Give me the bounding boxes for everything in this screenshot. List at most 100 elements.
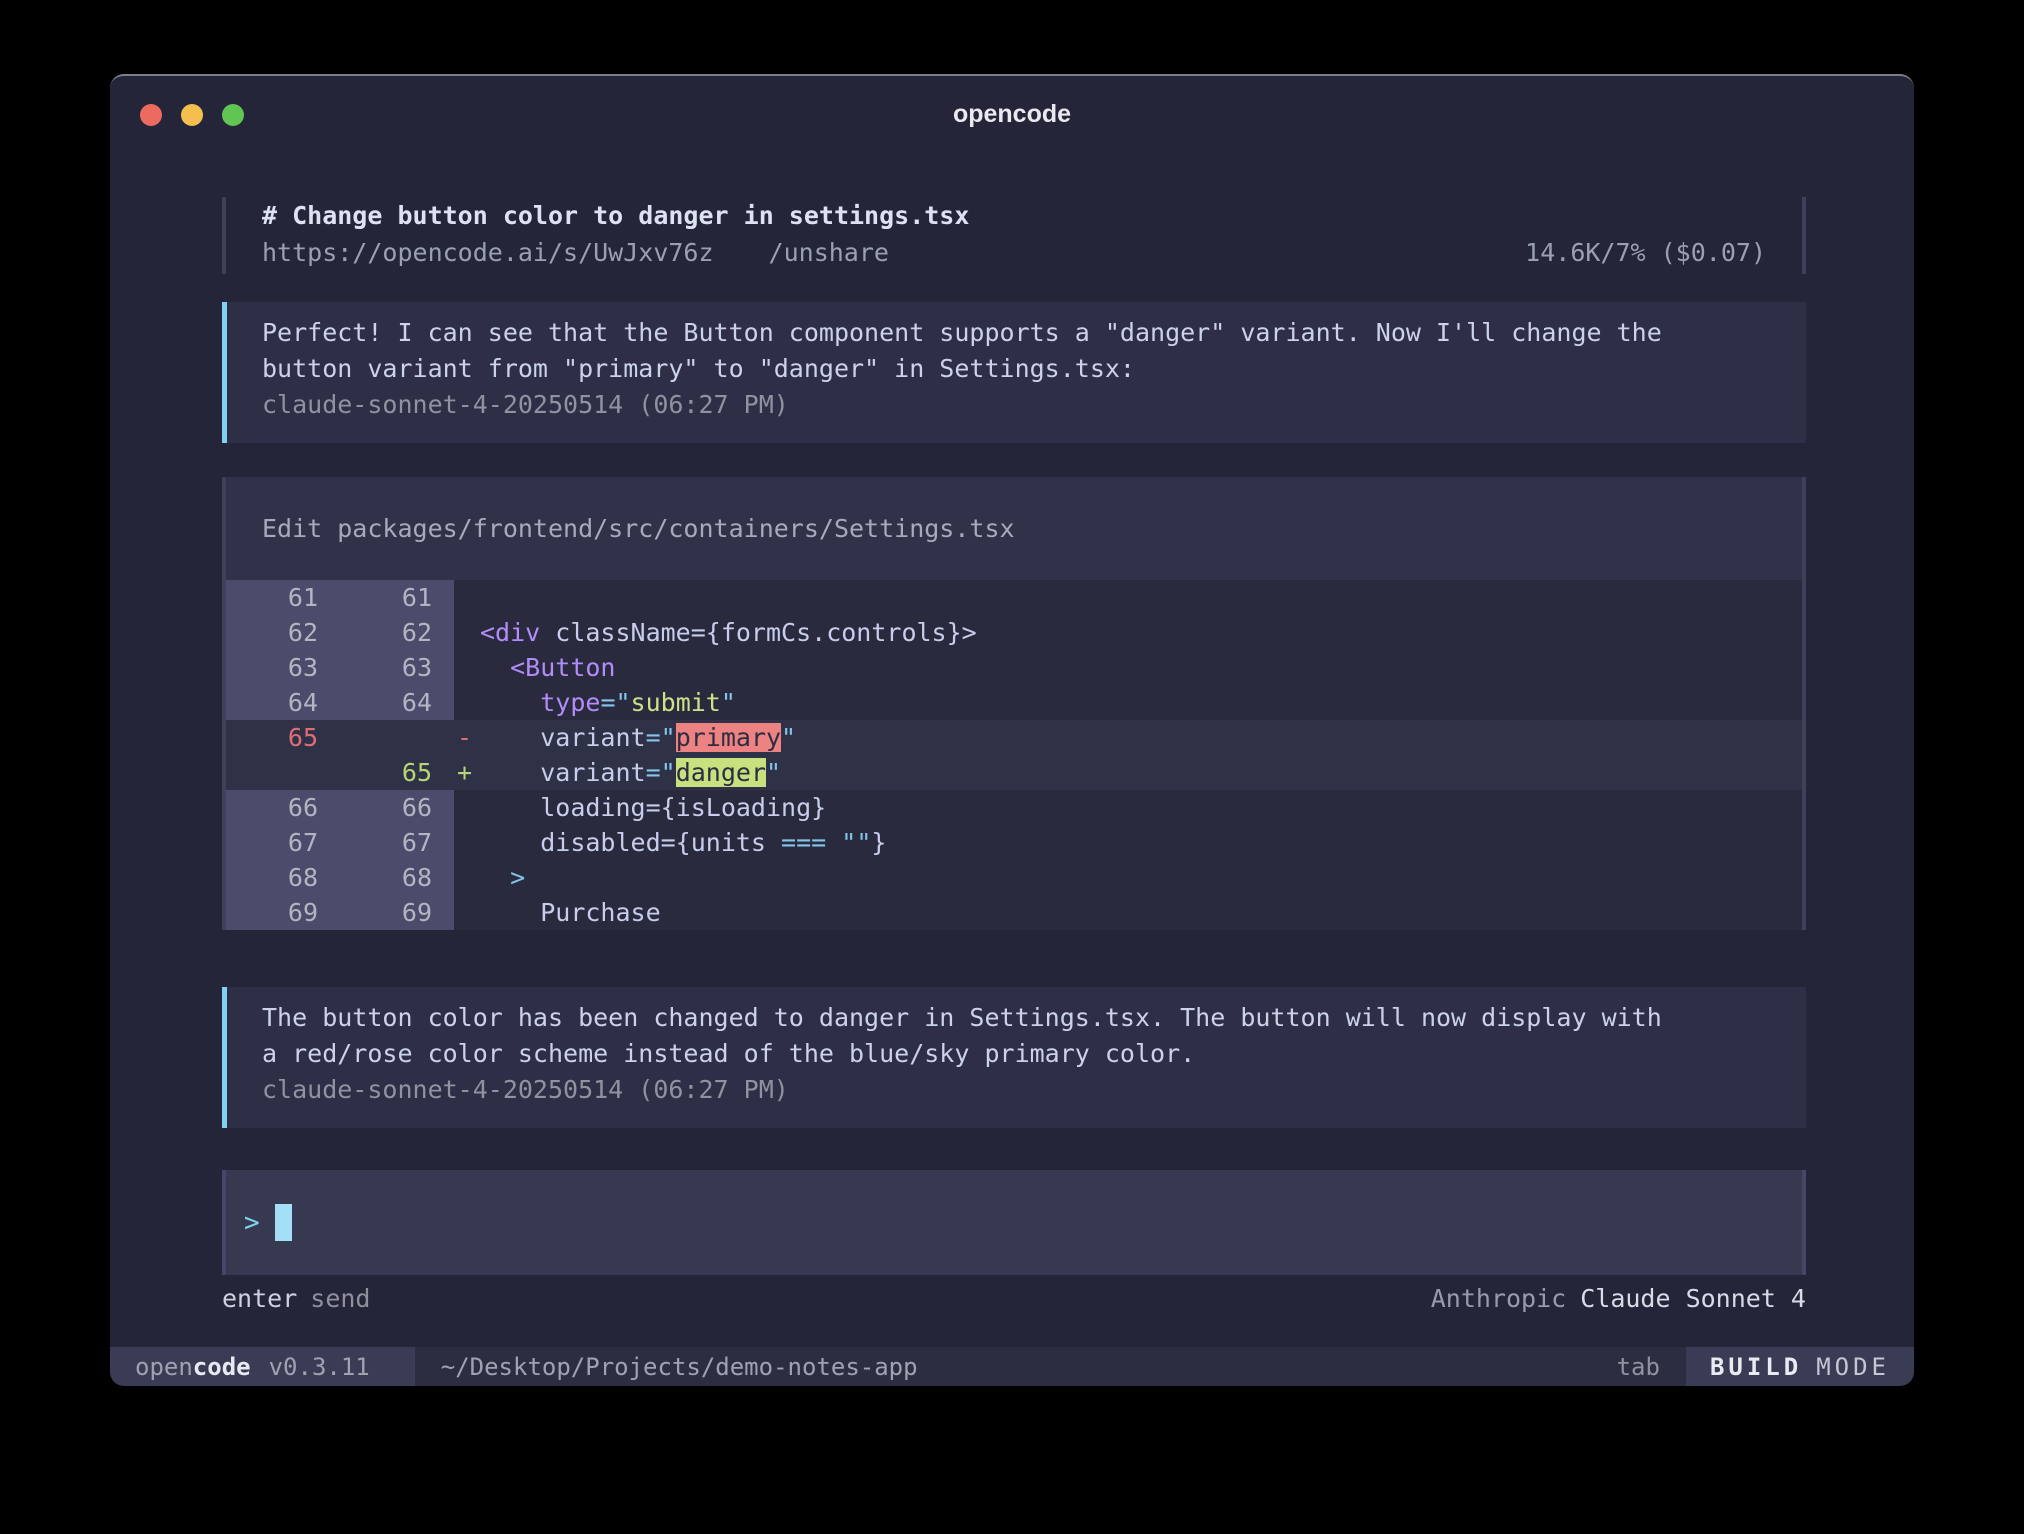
- edit-tool-block: Edit packages/frontend/src/containers/Se…: [222, 477, 1806, 930]
- code-token: ===: [781, 828, 826, 857]
- diff-code-line: Purchase: [480, 895, 661, 930]
- code-token: [480, 793, 540, 822]
- diff-old-line-number: 65: [226, 720, 340, 755]
- diff-code-line: type="submit": [480, 685, 736, 720]
- mode-mode-label: MODE: [1816, 1353, 1890, 1381]
- version-label: v0.3.11: [269, 1353, 370, 1381]
- diff-new-line-number: 61: [340, 580, 454, 615]
- diff-new-line-number: 62: [340, 615, 454, 650]
- code-token: =": [646, 723, 676, 752]
- build-mode-chip[interactable]: BUILD MODE: [1686, 1347, 1914, 1386]
- diff-old-line-number: 64: [226, 685, 340, 720]
- diff-row: 6262<div className={formCs.controls}>: [226, 615, 1802, 650]
- code-token: className={formCs.controls}>: [540, 618, 977, 647]
- diff-new-line-number: 65: [340, 755, 454, 790]
- code-token: primary: [676, 723, 781, 752]
- diff-new-line-number: 69: [340, 895, 454, 930]
- unshare-command[interactable]: /unshare: [769, 235, 889, 271]
- diff-row: 6464 type="submit": [226, 685, 1802, 720]
- diff-new-line-number: 64: [340, 685, 454, 720]
- code-token: ": [781, 723, 796, 752]
- token-usage: 14.6K/7% ($0.07): [1525, 235, 1766, 271]
- hint-row: entersend AnthropicClaude Sonnet 4: [222, 1281, 1806, 1317]
- diff-new-line-number: 67: [340, 825, 454, 860]
- code-token: loading={isLoading}: [540, 793, 826, 822]
- code-token: }: [871, 828, 886, 857]
- model-indicator: AnthropicClaude Sonnet 4: [1431, 1281, 1806, 1317]
- working-directory: ~/Desktop/Projects/demo-notes-app: [441, 1353, 918, 1381]
- diff-new-line-number: 63: [340, 650, 454, 685]
- enter-key-label: enter: [222, 1284, 297, 1313]
- session-title: # Change button color to danger in setti…: [262, 197, 1766, 235]
- session-header: # Change button color to danger in setti…: [222, 197, 1806, 274]
- window-title: opencode: [110, 100, 1914, 129]
- code-token: [480, 898, 540, 927]
- code-token: [480, 828, 540, 857]
- diff-code-line: disabled={units === ""}: [480, 825, 886, 860]
- diff-code-line: <Button: [480, 650, 615, 685]
- code-token: Purchase: [540, 898, 660, 927]
- diff-old-line-number: 66: [226, 790, 340, 825]
- diff-code-line: >: [480, 860, 525, 895]
- message-meta: claude-sonnet-4-20250514 (06:27 PM): [262, 387, 1770, 423]
- text-cursor: [275, 1204, 292, 1241]
- diff-new-line-number: 66: [340, 790, 454, 825]
- brand-open: open: [135, 1353, 193, 1381]
- code-token: "": [841, 828, 871, 857]
- diff-marker: [454, 825, 480, 860]
- diff-marker: -: [454, 720, 480, 755]
- diff-old-line-number: 67: [226, 825, 340, 860]
- diff-row: 6868 >: [226, 860, 1802, 895]
- code-token: [480, 653, 510, 682]
- code-token: ": [766, 758, 781, 787]
- diff-old-line-number: [226, 755, 340, 790]
- assistant-message: The button color has been changed to dan…: [222, 987, 1806, 1128]
- code-token: [480, 688, 540, 717]
- provider-label: Anthropic: [1431, 1284, 1566, 1313]
- diff-view: 61616262<div className={formCs.controls}…: [226, 580, 1802, 930]
- message-line: button variant from "primary" to "danger…: [262, 351, 1770, 387]
- code-token: <div: [480, 618, 540, 647]
- code-token: [480, 758, 540, 787]
- code-token: =": [600, 688, 630, 717]
- diff-code-line: variant="danger": [480, 755, 781, 790]
- code-token: disabled={units: [540, 828, 781, 857]
- session-subheader: https://opencode.ai/s/UwJxv76z /unshare …: [262, 235, 1766, 271]
- status-bar-right: tab BUILDMODE: [1617, 1347, 1914, 1386]
- diff-marker: [454, 615, 480, 650]
- message-meta: claude-sonnet-4-20250514 (06:27 PM): [262, 1072, 1770, 1108]
- diff-marker: [454, 580, 480, 615]
- message-line: Perfect! I can see that the Button compo…: [262, 315, 1770, 351]
- diff-old-line-number: 63: [226, 650, 340, 685]
- diff-marker: [454, 790, 480, 825]
- code-token: [480, 863, 510, 892]
- share-url[interactable]: https://opencode.ai/s/UwJxv76z: [262, 235, 714, 271]
- diff-row: 6969 Purchase: [226, 895, 1802, 930]
- enter-hint: entersend: [222, 1281, 370, 1317]
- code-token: =": [646, 758, 676, 787]
- diff-code-line: loading={isLoading}: [480, 790, 826, 825]
- prompt-input[interactable]: >: [222, 1170, 1806, 1275]
- diff-row: 6363 <Button: [226, 650, 1802, 685]
- diff-row: 6767 disabled={units === ""}: [226, 825, 1802, 860]
- prompt-symbol: >: [244, 1208, 260, 1238]
- diff-old-line-number: 61: [226, 580, 340, 615]
- diff-old-line-number: 69: [226, 895, 340, 930]
- message-line: The button color has been changed to dan…: [262, 1000, 1770, 1036]
- mode-build-label: BUILD: [1710, 1353, 1802, 1381]
- version-chip: opencodev0.3.11: [110, 1347, 415, 1386]
- message-line: a red/rose color scheme instead of the b…: [262, 1036, 1770, 1072]
- diff-marker: [454, 895, 480, 930]
- diff-marker: +: [454, 755, 480, 790]
- diff-row: 65+ variant="danger": [226, 755, 1802, 790]
- code-token: type: [540, 688, 600, 717]
- diff-new-line-number: 68: [340, 860, 454, 895]
- assistant-message: Perfect! I can see that the Button compo…: [222, 302, 1806, 443]
- edit-tool-title: Edit packages/frontend/src/containers/Se…: [226, 477, 1802, 580]
- code-token: >: [510, 863, 525, 892]
- diff-row: 65 - variant="primary": [226, 720, 1802, 755]
- diff-code-line: variant="primary": [480, 720, 796, 755]
- diff-row: 6666 loading={isLoading}: [226, 790, 1802, 825]
- diff-new-line-number: [340, 720, 454, 755]
- diff-marker: [454, 860, 480, 895]
